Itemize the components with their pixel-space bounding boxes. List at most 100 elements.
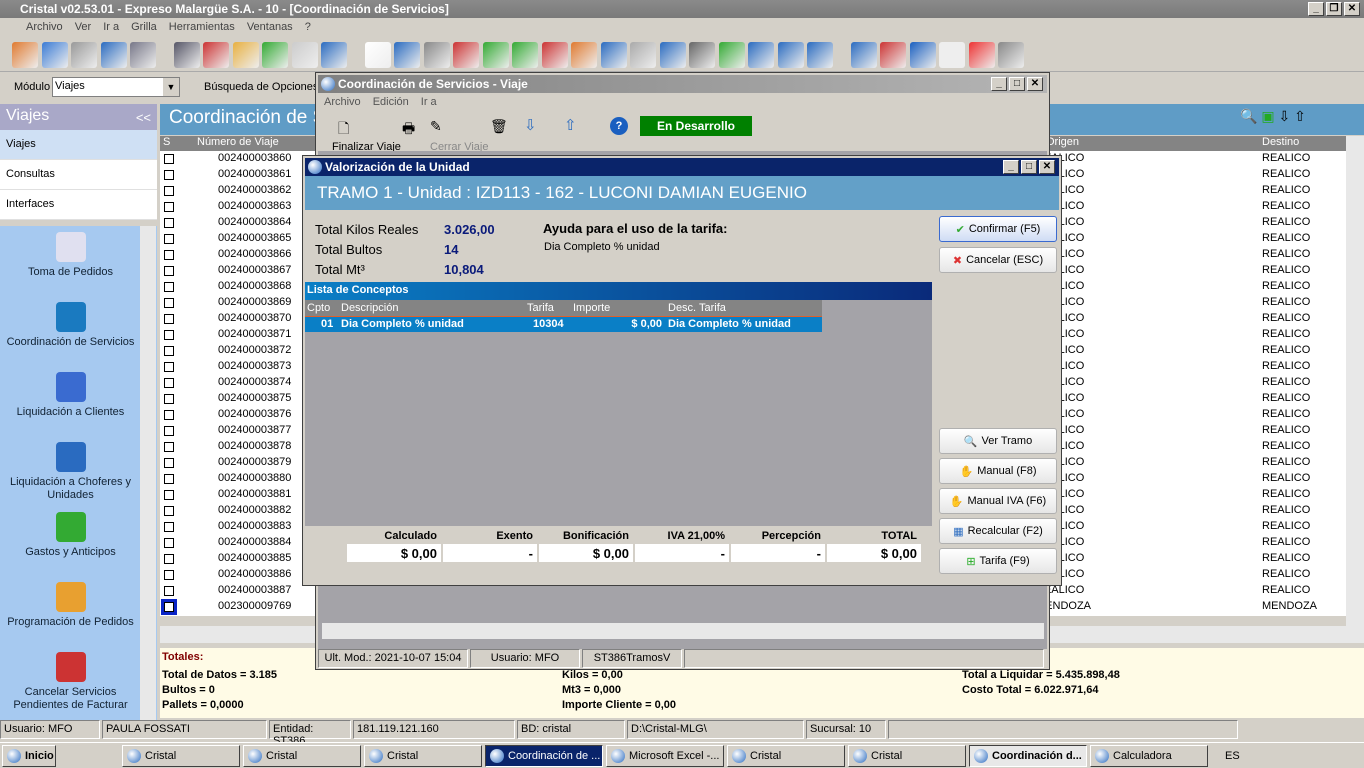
taskbar-task[interactable]: Cristal [364,744,482,767]
chevron-down-icon[interactable]: ▼ [163,78,179,96]
grid-vscrollbar[interactable] [1346,136,1364,626]
row-checkbox[interactable] [164,410,174,420]
sidebar-panel-item[interactable]: Coordinación de Servicios [0,302,157,366]
taskbar-task[interactable]: Cristal [122,744,240,767]
sidebar-panel-item[interactable]: Liquidación a Clientes [0,372,157,436]
language-indicator[interactable]: ES [1225,750,1240,762]
sidebar-panel-item[interactable]: Gastos y Anticipos [0,512,157,576]
arrow-up-icon[interactable]: ⇧ [1294,108,1306,124]
taskbar-task[interactable]: Coordinación de ... [485,744,603,767]
toolbar-icon[interactable] [600,42,627,68]
taskbar-task[interactable]: Calculadora [1090,744,1208,767]
toolbar-icon[interactable] [423,42,450,68]
toolbar-icon[interactable] [998,42,1024,68]
toolbar-icon[interactable] [718,42,745,68]
col-cpto[interactable]: Cpto [307,302,330,314]
menu-item[interactable]: Archivo [26,21,63,38]
manual-button[interactable]: ✋ Manual (F8) [939,458,1057,484]
delete-icon[interactable]: 🗑 [490,118,508,135]
sidebar-panel-item[interactable]: Toma de Pedidos [0,232,157,296]
module-select[interactable]: Viajes ▼ [52,77,180,97]
row-checkbox[interactable] [164,586,174,596]
sidebar-item-consultas[interactable]: Consultas [0,160,157,190]
new-icon[interactable]: 🗋 [338,118,349,142]
toolbar-icon[interactable] [850,42,877,68]
toolbar-icon[interactable] [203,42,229,68]
toolbar-icon[interactable] [453,42,479,68]
recalcular-button[interactable]: ▦ Recalcular (F2) [939,518,1057,544]
toolbar-icon[interactable] [130,42,156,68]
print-icon[interactable]: 🖶 [402,118,415,142]
concepto-row[interactable]: 01 Dia Completo % unidad 10304 $ 0,00 Dia Co… [305,316,822,332]
menu-item[interactable]: Ver [75,21,92,38]
collapse-button[interactable]: << [136,110,151,127]
col-tarifa[interactable]: Tarifa [527,302,554,314]
row-checkbox[interactable] [164,554,174,564]
arrow-down-icon[interactable]: ⇩ [524,116,537,134]
taskbar-task[interactable]: Coordinación d... [969,744,1087,767]
column-numero[interactable]: Número de Viaje [197,136,279,148]
close-button[interactable]: ✕ [1039,160,1055,174]
start-button[interactable]: Inicio [2,744,56,767]
minimize-button[interactable]: _ [1308,2,1324,16]
arrow-up-icon[interactable]: ⇧ [564,116,577,134]
toolbar-icon[interactable] [321,42,347,68]
row-checkbox[interactable] [164,330,174,340]
toolbar-icon[interactable] [939,42,965,68]
sidebar-item-interfaces[interactable]: Interfaces [0,190,157,220]
taskbar-task[interactable]: Cristal [848,744,966,767]
cancel-button[interactable]: ✖ Cancelar (ESC) [939,247,1057,273]
manual-iva-button[interactable]: ✋ Manual IVA (F6) [939,488,1057,514]
toolbar-icon[interactable] [394,42,420,68]
restore-button[interactable]: ❐ [1326,2,1342,16]
toolbar-icon[interactable] [232,42,259,68]
sidebar-panel-item[interactable]: Programación de Pedidos [0,582,157,646]
viaje-menu-item[interactable]: Ir a [421,96,437,110]
sidebar-item-viajes[interactable]: Viajes [0,130,157,160]
row-checkbox[interactable] [164,426,174,436]
taskbar-task[interactable]: Microsoft Excel -... [606,744,724,767]
row-checkbox[interactable] [164,218,174,228]
sidebar-scrollbar[interactable] [140,226,156,720]
toolbar-icon[interactable] [748,42,774,68]
ver-tramo-button[interactable]: 🔍 Ver Tramo [939,428,1057,454]
row-checkbox[interactable] [161,599,177,615]
edit-icon[interactable]: ✎ [430,118,442,135]
row-checkbox[interactable] [164,154,174,164]
toolbar-icon[interactable] [571,42,597,68]
row-checkbox[interactable] [164,346,174,356]
windows-icon[interactable]: ▣ [1261,108,1274,124]
toolbar-icon[interactable] [100,42,127,68]
row-checkbox[interactable] [164,538,174,548]
toolbar-icon[interactable] [630,42,656,68]
maximize-button[interactable]: □ [1021,160,1037,174]
menu-item[interactable]: Grilla [131,21,157,38]
arrow-down-icon[interactable]: ⇩ [1278,108,1290,124]
column-origen[interactable]: Origen [1046,136,1079,148]
row-checkbox[interactable] [164,442,174,452]
row-checkbox[interactable] [164,186,174,196]
sidebar-panel-item[interactable]: Liquidación a Choferes y Unidades [0,442,157,506]
row-checkbox[interactable] [164,362,174,372]
toolbar-icon[interactable] [71,42,97,68]
toolbar-icon[interactable] [173,42,200,68]
row-checkbox[interactable] [164,250,174,260]
col-importe[interactable]: Importe [573,302,610,314]
minimize-button[interactable]: _ [1003,160,1019,174]
row-checkbox[interactable] [164,506,174,516]
menu-item[interactable]: Herramientas [169,21,235,38]
maximize-button[interactable]: □ [1009,77,1025,91]
row-checkbox[interactable] [164,490,174,500]
tarifa-button[interactable]: ⊞ Tarifa (F9) [939,548,1057,574]
row-checkbox[interactable] [164,394,174,404]
row-checkbox[interactable] [164,202,174,212]
taskbar-task[interactable]: Cristal [243,744,361,767]
toolbar-icon[interactable] [909,42,936,68]
row-checkbox[interactable] [164,522,174,532]
col-desc-tarifa[interactable]: Desc. Tarifa [668,302,726,314]
tab-finalizar[interactable]: Finalizar Viaje [332,141,401,151]
minimize-button[interactable]: _ [991,77,1007,91]
help-icon[interactable]: ? [610,117,628,135]
row-checkbox[interactable] [164,282,174,292]
toolbar-icon[interactable] [512,42,538,68]
